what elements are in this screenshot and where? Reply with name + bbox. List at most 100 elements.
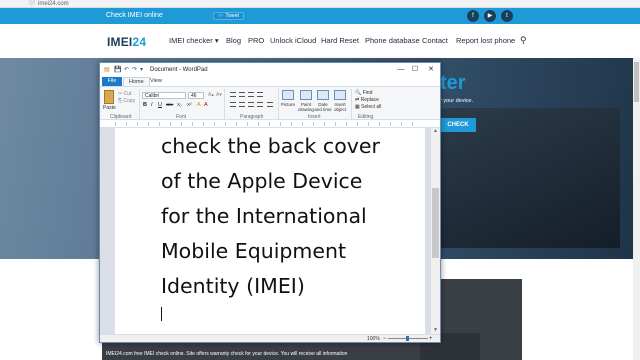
cut-button[interactable]: ✂ Cut: [118, 91, 131, 97]
nav-imei-checker[interactable]: IMEI checker ▾: [169, 36, 219, 46]
undo-icon[interactable]: ↶: [124, 66, 129, 74]
ribbon-divider: [278, 89, 279, 119]
insert-object-button[interactable]: Insert object: [331, 102, 349, 112]
ribbon-divider: [224, 89, 225, 119]
scroll-down-icon[interactable]: ▼: [432, 327, 439, 334]
scroll-up-icon[interactable]: ▲: [432, 128, 439, 135]
paint-drawing-icon[interactable]: [300, 90, 312, 100]
intro-text: IMEI24.com free IMEI check online. Site …: [106, 351, 348, 357]
align-left-icon[interactable]: [230, 102, 236, 107]
site-logo[interactable]: IMEI24: [107, 35, 146, 49]
ribbon: Paste ✂ Cut ⎘ Copy Clipboard Calibri 46 …: [100, 86, 440, 120]
bold-button[interactable]: B: [143, 102, 147, 108]
insert-object-icon[interactable]: [334, 90, 346, 100]
document-line: Identity (IMEI): [161, 274, 305, 298]
paste-icon[interactable]: [104, 90, 114, 104]
tab-file[interactable]: File: [102, 77, 122, 86]
text-color-button[interactable]: A: [204, 102, 208, 108]
redo-icon[interactable]: ↷: [132, 66, 137, 74]
youtube-icon[interactable]: ▶: [484, 10, 496, 22]
tweet-label: Tweet: [225, 13, 239, 19]
document-page[interactable]: check the back cover of the Apple Device…: [115, 128, 425, 334]
date-time-button[interactable]: Date and time: [314, 102, 332, 112]
copy-button[interactable]: ⎘ Copy: [118, 98, 135, 104]
zoom-in-button[interactable]: +: [429, 335, 433, 343]
ribbon-divider: [139, 89, 140, 119]
select-all-label: Select all: [361, 104, 382, 110]
strikethrough-button[interactable]: abc: [166, 102, 173, 108]
twitter-icon[interactable]: t: [501, 10, 513, 22]
zoom-level: 100%: [367, 336, 380, 342]
picture-button[interactable]: Picture: [280, 102, 296, 107]
ruler[interactable]: [100, 120, 440, 128]
hero-subtitle: r your device.: [440, 98, 474, 104]
minimize-icon[interactable]: —: [394, 65, 408, 75]
logo-text: IMEI: [107, 35, 133, 49]
nav-unlock-icloud[interactable]: Unlock iCloud: [270, 36, 316, 46]
ruler-scale: [115, 122, 423, 126]
maximize-icon[interactable]: ☐: [408, 65, 422, 75]
nav-hard-reset[interactable]: Hard Reset: [321, 36, 359, 46]
wordpad-app-icon[interactable]: ▤: [104, 66, 110, 74]
page-scrollbar-thumb[interactable]: [634, 62, 639, 102]
align-right-icon[interactable]: [248, 102, 254, 107]
page-scrollbar[interactable]: [633, 58, 640, 360]
document-line: check the back cover: [161, 134, 380, 158]
grow-font-icon[interactable]: A▴: [208, 92, 214, 98]
facebook-icon[interactable]: f: [467, 10, 479, 22]
select-all-button[interactable]: ▦ Select all: [355, 104, 381, 110]
line-spacing-icon[interactable]: [257, 92, 263, 97]
replace-label: Replace: [360, 97, 379, 103]
tab-view[interactable]: View: [145, 77, 167, 86]
find-button[interactable]: 🔍 Find: [355, 90, 372, 96]
nav-contact[interactable]: Contact: [422, 36, 448, 46]
align-center-icon[interactable]: [239, 102, 245, 107]
nav-phone-database[interactable]: Phone database: [365, 36, 420, 46]
browser-url[interactable]: imei24.com: [38, 0, 69, 8]
paint-drawing-button[interactable]: Paint drawing: [296, 102, 316, 112]
underline-button[interactable]: U: [158, 102, 162, 108]
font-size-select[interactable]: 46: [188, 92, 204, 99]
wordpad-titlebar[interactable]: ▤ 💾 ↶ ↷ ▾ Document - WordPad — ☐ ✕: [100, 63, 440, 77]
site-info-icon[interactable]: ⓘ: [29, 0, 35, 8]
bullets-icon[interactable]: [248, 92, 254, 97]
subscript-button[interactable]: X₂: [177, 102, 182, 108]
increase-indent-icon[interactable]: [239, 92, 245, 97]
site-topbar: Check IMEI online 🐦 Tweet f ▶ t: [0, 8, 640, 24]
nav-report-lost-phone[interactable]: Report lost phone: [456, 36, 515, 46]
document-line: for the International: [161, 204, 367, 228]
document-scrollbar[interactable]: ▲ ▼: [431, 128, 440, 334]
close-icon[interactable]: ✕: [424, 65, 438, 75]
paragraph-settings-icon[interactable]: [267, 102, 273, 107]
decrease-indent-icon[interactable]: [230, 92, 236, 97]
copy-label: Copy: [123, 98, 136, 104]
nav-pro[interactable]: PRO: [248, 36, 264, 46]
find-label: Find: [362, 90, 373, 96]
shrink-font-icon[interactable]: A▾: [216, 92, 222, 98]
save-icon[interactable]: 💾: [114, 66, 121, 74]
check-imei-link[interactable]: Check IMEI online: [106, 8, 163, 24]
ribbon-divider: [351, 89, 352, 119]
wordpad-window: ▤ 💾 ↶ ↷ ▾ Document - WordPad — ☐ ✕ File …: [99, 62, 441, 343]
font-name-select[interactable]: Calibri: [142, 92, 186, 99]
italic-button[interactable]: I: [151, 102, 153, 108]
paste-button[interactable]: Paste: [103, 105, 116, 111]
picture-icon[interactable]: [282, 90, 294, 100]
browser-address-bar[interactable]: ⓘ imei24.com: [0, 0, 640, 8]
highlight-color-button[interactable]: A: [197, 102, 201, 108]
customize-quick-access-icon[interactable]: ▾: [140, 66, 143, 74]
wordpad-title: Document - WordPad: [150, 67, 208, 73]
document-area: check the back cover of the Apple Device…: [100, 128, 440, 334]
nav-imei-checker-label: IMEI checker: [169, 36, 213, 45]
replace-button[interactable]: ⇄ Replace: [355, 97, 379, 103]
superscript-button[interactable]: X²: [187, 102, 192, 108]
document-scrollbar-thumb[interactable]: [432, 188, 439, 258]
tweet-button[interactable]: 🐦 Tweet: [213, 12, 244, 20]
hero-check-button[interactable]: CHECK: [440, 118, 476, 132]
date-time-icon[interactable]: [317, 90, 329, 100]
zoom-slider-handle[interactable]: [406, 336, 409, 341]
justify-icon[interactable]: [257, 102, 263, 107]
search-icon[interactable]: ⚲: [520, 35, 527, 46]
nav-blog[interactable]: Blog: [226, 36, 241, 46]
zoom-out-button[interactable]: −: [383, 335, 387, 343]
